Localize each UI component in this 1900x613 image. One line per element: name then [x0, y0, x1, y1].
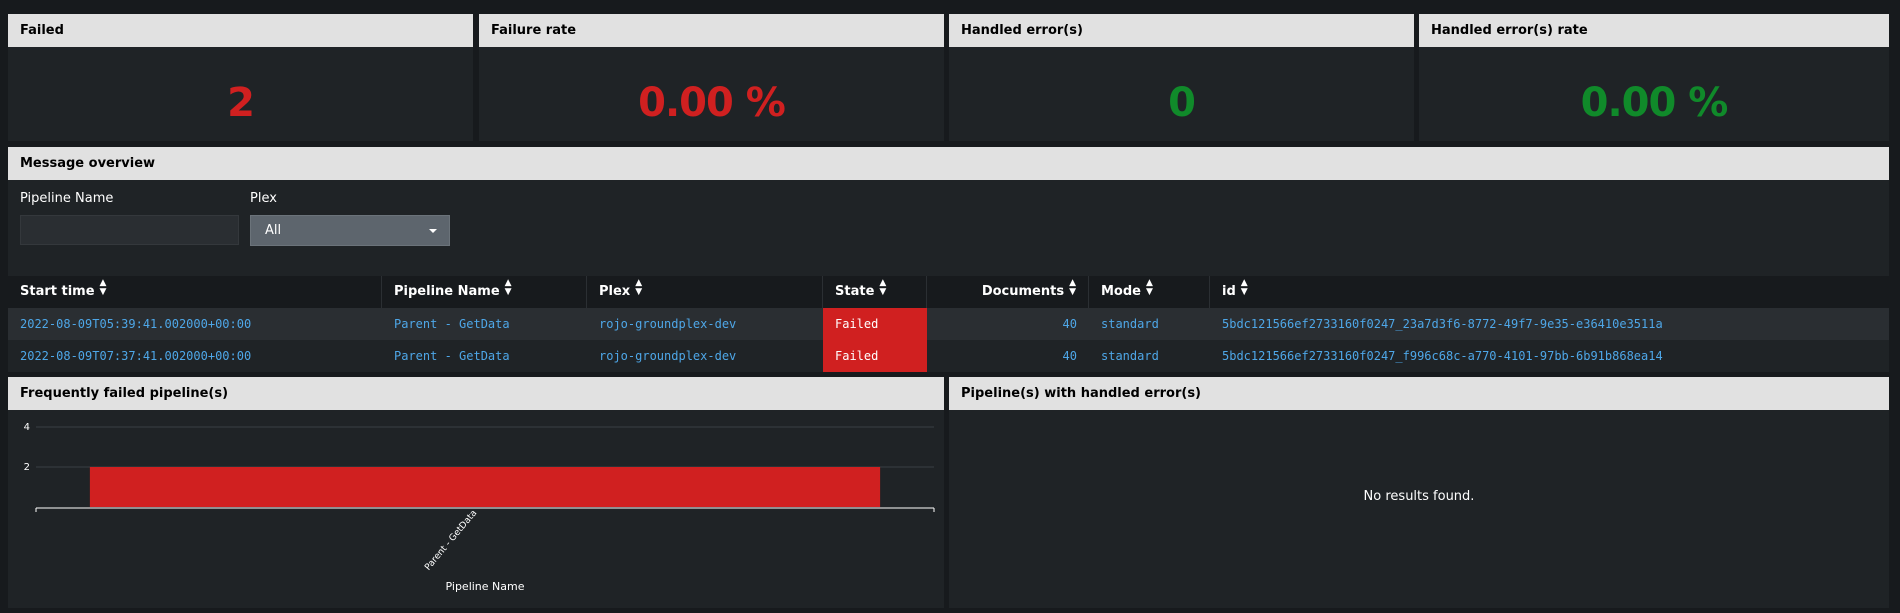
x-axis-title: Pipeline Name: [446, 580, 525, 593]
sort-icon: ▲ ▼: [1146, 278, 1153, 297]
kpi-handled-errors-value: 0: [1168, 80, 1196, 126]
pipeline-name-link[interactable]: Parent - GetData: [382, 340, 587, 372]
pipeline-name-link[interactable]: Parent - GetData: [382, 308, 587, 340]
handled-errors-panel: Pipeline(s) with handled error(s) No res…: [949, 377, 1889, 608]
kpi-handled-errors-rate-panel: Handled error(s) rate 0.00 %: [1419, 14, 1889, 141]
kpi-failed-value: 2: [227, 80, 255, 126]
sort-icon: ▲ ▼: [879, 278, 887, 297]
sort-icon: ▲ ▼: [504, 278, 512, 297]
kpi-failure-rate-title: Failure rate: [479, 14, 944, 47]
sort-icon: ▲ ▼: [635, 278, 643, 297]
mode-link[interactable]: standard: [1089, 308, 1210, 340]
message-overview-title: Message overview: [8, 147, 1889, 180]
column-header-plex[interactable]: Plex▲ ▼: [587, 276, 823, 308]
documents-link[interactable]: 40: [927, 340, 1089, 372]
table-row: 2022-08-09T05:39:41.002000+00:00 Parent …: [8, 308, 1889, 340]
frequently-failed-chart: 2 4 Parent - GetData Pipeline Name: [24, 422, 935, 593]
kpi-handled-errors-rate-title: Handled error(s) rate: [1419, 14, 1889, 47]
id-link[interactable]: 5bdc121566ef2733160f0247_23a7d3f6-8772-4…: [1210, 308, 1889, 340]
plex-link[interactable]: rojo-groundplex-dev: [587, 340, 823, 372]
column-header-documents[interactable]: Documents▲ ▼: [927, 276, 1089, 308]
chevron-down-icon: [429, 229, 437, 233]
kpi-handled-errors-title: Handled error(s): [949, 14, 1414, 47]
sort-icon: ▲ ▼: [1240, 278, 1248, 297]
bar: [89, 467, 881, 507]
state-badge: Failed: [823, 340, 927, 372]
kpi-handled-errors-panel: Handled error(s) 0: [949, 14, 1414, 141]
column-header-pipeline-name[interactable]: Pipeline Name▲ ▼: [382, 276, 587, 308]
start-time-link[interactable]: 2022-08-09T07:37:41.002000+00:00: [8, 340, 382, 372]
table-row: 2022-08-09T07:37:41.002000+00:00 Parent …: [8, 340, 1889, 372]
mode-link[interactable]: standard: [1089, 340, 1210, 372]
no-results-text: No results found.: [1363, 489, 1475, 504]
messages-table-header: Start time▲ ▼ Pipeline Name▲ ▼ Plex▲ ▼ Stat…: [8, 276, 1889, 308]
column-header-id[interactable]: id▲ ▼: [1210, 276, 1889, 308]
frequently-failed-panel: Frequently failed pipeline(s) 2 4 Parent -…: [8, 377, 944, 608]
column-header-start-time[interactable]: Start time▲ ▼: [8, 276, 382, 308]
plex-link[interactable]: rojo-groundplex-dev: [587, 308, 823, 340]
column-header-mode[interactable]: Mode▲ ▼: [1089, 276, 1210, 308]
y-tick-label: 4: [24, 422, 30, 433]
plex-filter-select[interactable]: All: [250, 215, 450, 246]
message-overview-panel: Message overview Pipeline Name Plex All: [8, 147, 1889, 276]
id-link[interactable]: 5bdc121566ef2733160f0247_f996c68c-a770-4…: [1210, 340, 1889, 372]
kpi-handled-errors-rate-value: 0.00 %: [1580, 80, 1729, 126]
kpi-failed-title: Failed: [8, 14, 473, 47]
start-time-link[interactable]: 2022-08-09T05:39:41.002000+00:00: [8, 308, 382, 340]
documents-link[interactable]: 40: [927, 308, 1089, 340]
pipeline-name-filter-input[interactable]: [20, 215, 239, 245]
sort-icon: ▲ ▼: [99, 278, 107, 297]
kpi-failure-rate-panel: Failure rate 0.00 %: [479, 14, 944, 141]
kpi-failed-panel: Failed 2: [8, 14, 473, 141]
state-badge: Failed: [823, 308, 927, 340]
pipeline-name-filter-label: Pipeline Name: [20, 191, 114, 206]
plex-filter-label: Plex: [250, 191, 277, 206]
plex-filter-selected-value: All: [265, 223, 282, 238]
frequently-failed-title: Frequently failed pipeline(s): [8, 377, 944, 410]
handled-errors-title: Pipeline(s) with handled error(s): [949, 377, 1889, 410]
column-header-state[interactable]: State▲ ▼: [823, 276, 927, 308]
kpi-failure-rate-value: 0.00 %: [638, 80, 786, 126]
y-tick-label: 2: [24, 462, 30, 473]
sort-icon: ▲ ▼: [1069, 278, 1076, 297]
x-tick-label: Parent - GetData: [423, 509, 479, 573]
